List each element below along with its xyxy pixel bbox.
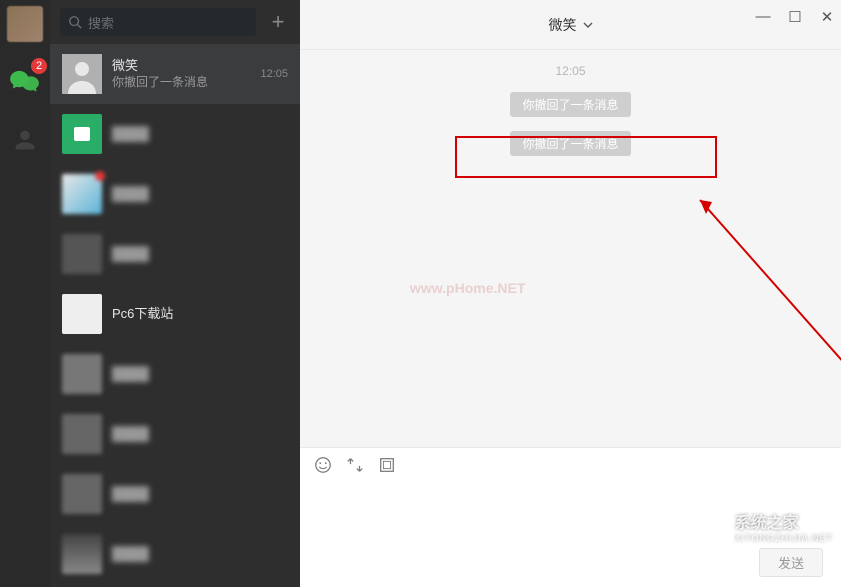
conversation-title: ████	[112, 126, 288, 143]
avatar-icon	[62, 234, 102, 274]
conversation-item[interactable]: ████	[50, 404, 300, 464]
site-url: XITONGZHIJIA.NET	[735, 533, 833, 543]
conversation-title: ████	[112, 186, 288, 203]
annotation-arrow	[670, 180, 841, 470]
search-row: 搜索 +	[50, 0, 300, 44]
conversation-body: 微笑 你撤回了一条消息	[112, 58, 254, 90]
conversation-title: ████	[112, 546, 288, 563]
avatar-icon	[62, 354, 102, 394]
minimize-button[interactable]: —	[755, 8, 771, 26]
search-input[interactable]: 搜索	[60, 8, 256, 36]
chats-tab[interactable]: 2	[7, 64, 43, 100]
contacts-tab[interactable]	[7, 122, 43, 158]
avatar-icon	[62, 114, 102, 154]
conversation-title: ████	[112, 486, 288, 503]
conversation-title: Pc6下载站	[112, 306, 288, 323]
close-button[interactable]: ✕	[819, 8, 835, 26]
chat-pane: 微笑 — ☐ ✕ 12:05 你撤回了一条消息 你撤回了一条消息 www.pHo…	[300, 0, 841, 587]
screenshot-button[interactable]	[346, 456, 364, 474]
unread-dot-icon	[95, 171, 105, 181]
chat-title[interactable]: 微笑	[549, 15, 593, 35]
conversation-time: 12:05	[260, 68, 288, 80]
conversation-title: ████	[112, 426, 288, 443]
conversation-item[interactable]: Pc6下载站	[50, 284, 300, 344]
avatar-icon	[62, 174, 102, 214]
app-root: 2 搜索 + 微笑 你撤回了一条消息	[0, 0, 841, 587]
send-row: 发送	[300, 538, 841, 587]
maximize-button[interactable]: ☐	[787, 8, 803, 26]
site-watermark: 系统之家 XITONGZHIJIA.NET	[691, 507, 833, 545]
conversation-title: ████	[112, 246, 288, 263]
chat-title-text: 微笑	[549, 15, 577, 35]
system-message: 你撤回了一条消息	[510, 92, 630, 117]
contacts-icon	[11, 126, 39, 154]
site-name: 系统之家	[735, 509, 833, 533]
conversation-item[interactable]: ████	[50, 464, 300, 524]
add-button[interactable]: +	[266, 10, 290, 34]
send-button[interactable]: 发送	[759, 548, 823, 577]
conversation-preview: 你撤回了一条消息	[112, 75, 254, 91]
system-message: 你撤回了一条消息	[510, 131, 630, 156]
avatar-icon	[62, 534, 102, 574]
search-icon	[68, 15, 82, 29]
file-button[interactable]	[378, 456, 396, 474]
conversation-item[interactable]: 微笑 你撤回了一条消息 12:05	[50, 44, 300, 104]
conversation-list: 微笑 你撤回了一条消息 12:05 ████ ████ ████ Pc6下载站	[50, 44, 300, 587]
conversation-item[interactable]: ████	[50, 224, 300, 284]
emoji-button[interactable]	[314, 456, 332, 474]
search-placeholder: 搜索	[88, 13, 114, 32]
conversation-item[interactable]: ████	[50, 164, 300, 224]
avatar-icon	[62, 414, 102, 454]
chat-messages: 12:05 你撤回了一条消息 你撤回了一条消息 www.pHome.NET	[300, 50, 841, 447]
left-rail: 2	[0, 0, 50, 587]
conversation-sidebar: 搜索 + 微笑 你撤回了一条消息 12:05 ████	[50, 0, 300, 587]
chevron-down-icon	[583, 20, 593, 30]
house-icon	[691, 507, 729, 545]
window-controls: — ☐ ✕	[755, 8, 835, 26]
message-timestamp: 12:05	[310, 64, 831, 78]
conversation-item[interactable]: ████	[50, 344, 300, 404]
unread-badge: 2	[31, 58, 47, 74]
chat-header: 微笑 — ☐ ✕	[300, 0, 841, 50]
watermark-text: www.pHome.NET	[410, 280, 525, 296]
avatar-icon	[62, 54, 102, 94]
conversation-title: 微笑	[112, 58, 254, 75]
conversation-item[interactable]: ████	[50, 104, 300, 164]
my-avatar[interactable]	[7, 6, 43, 42]
avatar-icon	[62, 294, 102, 334]
conversation-item[interactable]: ████	[50, 524, 300, 584]
conversation-title: ████	[112, 366, 288, 383]
input-toolbar	[300, 448, 841, 482]
avatar-icon	[62, 474, 102, 514]
